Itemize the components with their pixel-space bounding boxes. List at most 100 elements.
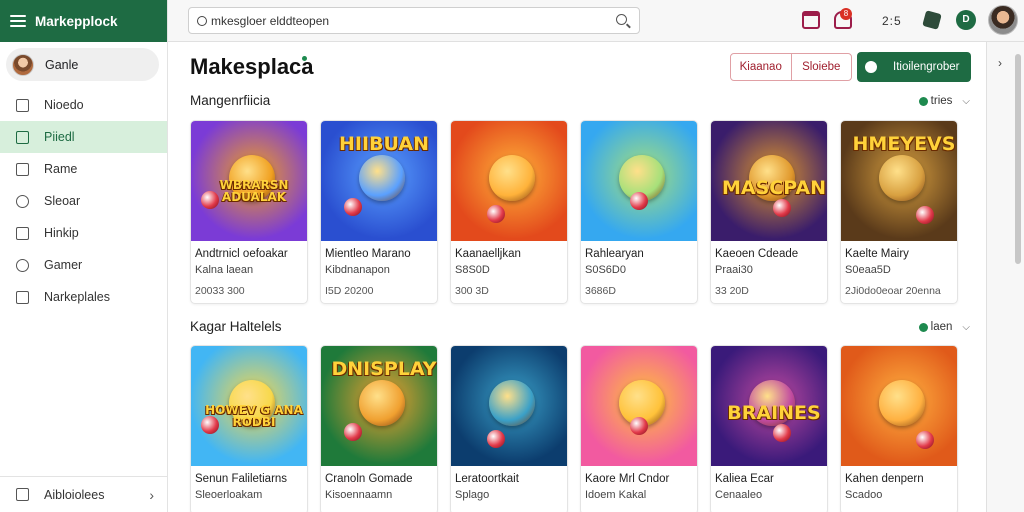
notification-badge: 8: [840, 8, 852, 20]
sidebar-item-6[interactable]: Narkeplales: [0, 281, 167, 313]
game-meta: 3: [841, 501, 957, 512]
topbar: 8 2:5 D: [168, 0, 1024, 42]
sidebar-item-label: Piiedl: [44, 130, 75, 144]
sidebar-item-label: Gamer: [44, 258, 83, 272]
character-icon: [879, 155, 925, 201]
sidebar-item-label: Sleoar: [44, 194, 81, 208]
search-submit-icon[interactable]: [616, 14, 627, 25]
game-sub: Scadoo: [845, 489, 883, 501]
game-thumbnail: [841, 346, 957, 466]
game-card[interactable]: DNISPLAY Cranoln Gomade Kisoennaamn3Q 2: [320, 345, 438, 512]
game-card[interactable]: Kahen denpern Scadoo3: [840, 345, 958, 512]
section-control-1[interactable]: tries ⌵: [918, 95, 970, 107]
gem-icon: [344, 423, 362, 441]
shopping-bag-icon[interactable]: [802, 11, 820, 29]
sidebar-item-0[interactable]: Nioedo: [0, 89, 167, 121]
game-name: Andtrnicl oefoakar: [195, 248, 288, 260]
game-thumbnail: MASCPAN: [711, 121, 827, 241]
section-control-label: tries: [930, 95, 953, 107]
search-bar[interactable]: [188, 7, 640, 34]
count-text: 2:5: [882, 14, 902, 28]
sidebar-user[interactable]: Ganle: [6, 48, 159, 81]
search-icon: [197, 15, 207, 26]
game-meta: 3: [711, 501, 827, 512]
sidebar-item-5[interactable]: Gamer: [0, 249, 167, 281]
game-sub: Cenaaleo: [715, 489, 763, 501]
game-name: Kahen denpern: [845, 473, 924, 485]
search-input[interactable]: [211, 13, 611, 28]
chevron-down-icon: ⌵: [962, 95, 970, 107]
secondary-button-left[interactable]: Kiaanao: [731, 54, 791, 80]
game-art-title: HOWEV G ANA RODBI: [205, 403, 303, 429]
game-card[interactable]: BRAINES Kaliea Ecar Cenaaleo3: [710, 345, 828, 512]
section-control-2[interactable]: laen ⌵: [918, 321, 970, 333]
extensions-icon[interactable]: [922, 10, 942, 30]
sidebar-item-label: Narkeplales: [44, 290, 111, 304]
user-initial-button[interactable]: D: [956, 10, 976, 30]
game-meta: 3C: [451, 501, 567, 512]
gem-icon: [487, 430, 505, 448]
profile-avatar[interactable]: [988, 5, 1018, 35]
game-name: Kaanaelljkan: [455, 248, 521, 260]
game-card[interactable]: HOWEV G ANA RODBI Senun Faliletiarns Sleoe…: [190, 345, 308, 512]
sidebar-item-label: Nioedo: [44, 98, 84, 112]
sidebar-item-1[interactable]: Piiedl: [0, 121, 167, 153]
game-art-title: MASCPAN: [721, 177, 827, 199]
gem-icon: [916, 206, 934, 224]
secondary-button-right[interactable]: Sloiebe: [790, 54, 851, 80]
section-control-label: laen: [930, 321, 953, 333]
game-card[interactable]: Leratoortkait Splago3C: [450, 345, 568, 512]
filter-icon: [918, 96, 928, 106]
game-sub: Splago: [455, 489, 490, 501]
game-thumbnail: [451, 121, 567, 241]
bookmark-icon: [16, 162, 29, 176]
game-sub: Kisoennaamn: [325, 489, 393, 501]
settings-icon: [16, 488, 29, 501]
gamepad-icon: [16, 258, 29, 272]
menu-icon[interactable]: [10, 15, 26, 27]
sidebar-item-2[interactable]: Rame: [0, 153, 167, 185]
chat-icon: [16, 194, 29, 208]
gem-icon: [630, 192, 648, 210]
game-card[interactable]: WBRARSN ADUALAK Andtrnicl oefoakar Kalna l…: [190, 120, 308, 304]
sidebar-item-3[interactable]: Sleoar: [0, 185, 167, 217]
sidebar-item-4[interactable]: Hinkip: [0, 217, 167, 249]
game-meta: 3330D: [191, 501, 307, 512]
game-card[interactable]: MASCPAN Kaeoen Cdeade Praai30 33 20D: [710, 120, 828, 304]
filter-icon: [918, 322, 928, 332]
game-card[interactable]: HMEYEVS Kaelte Mairy S0eaa5D 2Ji0do0eoar 20…: [840, 120, 958, 304]
document-icon: [16, 98, 29, 112]
game-card[interactable]: HIIBUAN Mientleo Marano Kibdnanapon I5D 202…: [320, 120, 438, 304]
gem-icon: [630, 417, 648, 435]
section-title-1: Mangenrfiicia: [190, 93, 271, 108]
game-sub: Praai30: [715, 264, 753, 276]
app-header: Markepplock: [0, 0, 167, 42]
game-name: Kaore Mrl Cndor: [585, 473, 670, 485]
chevron-right-icon[interactable]: ›: [998, 56, 1002, 70]
game-name: Mientleo Marano: [325, 248, 411, 260]
sidebar-item-label: Hinkip: [44, 226, 79, 240]
character-icon: [879, 380, 925, 426]
game-meta: 2Ji0do0eoar 20enna: [845, 285, 941, 297]
gem-icon: [773, 199, 791, 217]
game-name: Kaelte Mairy: [845, 248, 909, 260]
character-icon: [359, 155, 405, 201]
primary-button[interactable]: Itioilengrober: [857, 52, 971, 82]
scrollbar[interactable]: [1015, 54, 1021, 264]
game-name: Cranoln Gomade: [325, 473, 413, 485]
game-thumbnail: DNISPLAY: [321, 346, 437, 466]
chevron-right-icon: ›: [149, 486, 154, 503]
game-card[interactable]: Kaanaelljkan S8S0D 300 3D: [450, 120, 568, 304]
game-meta: I5D 20200: [325, 285, 374, 297]
game-meta: 20033 300: [195, 285, 245, 297]
game-thumbnail: [581, 121, 697, 241]
link-icon: [16, 226, 29, 240]
sidebar-footer[interactable]: Aibloiolees ›: [0, 476, 168, 512]
sidebar: Markepplock Ganle Nioedo Piiedl Rame Sle…: [0, 0, 168, 512]
game-sub: S0eaa5D: [845, 264, 891, 276]
user-avatar-icon: [12, 53, 34, 76]
game-card[interactable]: Kaore Mrl Cndor Idoem Kakal3: [580, 345, 698, 512]
game-card[interactable]: Rahlearyan S0S6D0 3686D: [580, 120, 698, 304]
right-rail: ›: [986, 42, 1024, 512]
game-thumbnail: [451, 346, 567, 466]
